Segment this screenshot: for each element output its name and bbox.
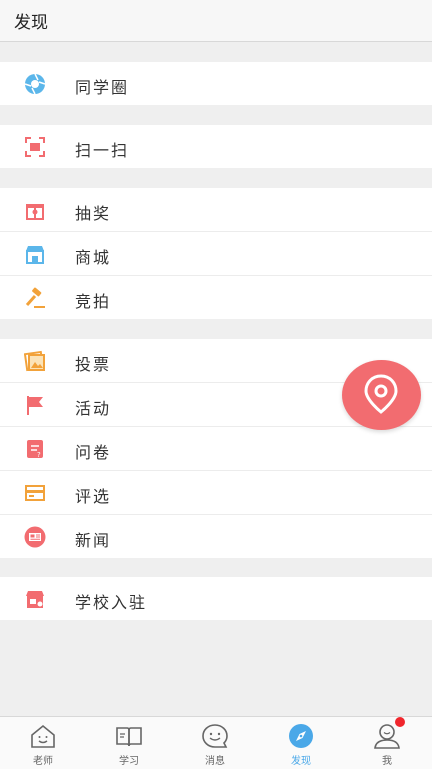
menu-item-label: 活动 <box>75 399 112 418</box>
menu-group-scan: 扫一扫 <box>0 125 432 168</box>
news-icon <box>24 526 46 548</box>
menu-item-label: 竞拍 <box>75 292 112 311</box>
tab-label: 学习 <box>119 756 139 767</box>
menu-item-lottery[interactable]: 抽奖 <box>0 188 432 232</box>
menu-item-label: 评选 <box>75 487 112 506</box>
chat-face-icon <box>202 724 228 748</box>
flag-icon <box>27 396 43 415</box>
store-icon <box>26 246 44 264</box>
tab-discover[interactable]: 发现 <box>258 717 344 769</box>
menu-item-news[interactable]: 新闻 <box>0 515 432 558</box>
compass-icon <box>289 724 313 748</box>
page-title: 发现 <box>14 13 48 33</box>
notification-badge <box>395 717 405 727</box>
menu-item-label: 学校入驻 <box>75 593 148 612</box>
menu-item-label: 同学圈 <box>75 78 130 97</box>
school-store-icon <box>26 591 44 608</box>
menu-item-label: 问卷 <box>75 443 112 462</box>
tab-label: 老师 <box>33 756 53 767</box>
menu-item-questionnaire[interactable]: ? 问卷 <box>0 427 432 471</box>
house-icon <box>31 724 55 748</box>
selection-card-icon <box>25 485 45 501</box>
tab-study[interactable]: 学习 <box>86 717 172 769</box>
menu-group-shop: 抽奖 商城 竞拍 <box>0 188 432 319</box>
menu-item-school-join[interactable]: 学校入驻 <box>0 577 432 620</box>
tab-label: 我 <box>382 756 392 767</box>
tab-label: 消息 <box>205 756 225 767</box>
questionnaire-icon: ? <box>27 440 43 459</box>
menu-group-school: 学校入驻 <box>0 577 432 620</box>
menu-item-auction[interactable]: 竞拍 <box>0 276 432 319</box>
svg-text:?: ? <box>37 451 41 459</box>
book-icon <box>116 727 142 747</box>
menu-group-social: 同学圈 <box>0 62 432 105</box>
tab-me[interactable]: 我 <box>344 717 430 769</box>
top-bar: 发现 <box>0 0 432 42</box>
menu-item-selection[interactable]: 评选 <box>0 471 432 515</box>
location-fab-button[interactable] <box>342 360 421 430</box>
aperture-icon <box>24 73 46 95</box>
gavel-icon <box>25 287 45 308</box>
menu-item-label: 扫一扫 <box>75 141 130 160</box>
menu-item-label: 投票 <box>75 355 112 374</box>
tab-messages[interactable]: 消息 <box>172 717 258 769</box>
menu-item-label: 新闻 <box>75 531 112 550</box>
user-icon <box>374 724 400 749</box>
menu-item-scan[interactable]: 扫一扫 <box>0 125 432 168</box>
bottom-tab-bar: 老师 学习 消息 发现 我 <box>0 716 432 769</box>
vote-picture-icon <box>24 350 45 372</box>
gift-icon <box>26 204 44 220</box>
location-pin-icon <box>364 374 398 414</box>
menu-item-label: 抽奖 <box>75 204 112 223</box>
scan-icon <box>25 137 45 157</box>
tab-label: 发现 <box>291 756 311 767</box>
menu-item-mall[interactable]: 商城 <box>0 232 432 276</box>
tab-teacher[interactable]: 老师 <box>0 717 86 769</box>
menu-item-label: 商城 <box>75 248 112 267</box>
menu-item-classmates-circle[interactable]: 同学圈 <box>0 62 432 105</box>
